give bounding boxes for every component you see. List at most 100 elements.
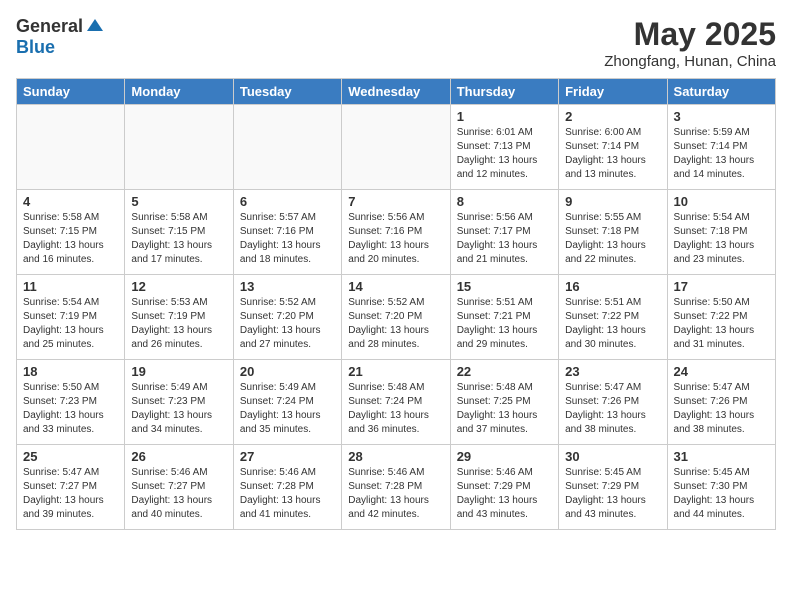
day-info: Sunrise: 5:48 AM Sunset: 7:24 PM Dayligh… (348, 381, 443, 437)
day-info: Sunrise: 5:58 AM Sunset: 7:15 PM Dayligh… (131, 211, 226, 267)
day-info: Sunrise: 5:45 AM Sunset: 7:29 PM Dayligh… (565, 466, 660, 522)
week-row-3: 11 Sunrise: 5:54 AM Sunset: 7:19 PM Dayli… (17, 275, 776, 360)
day-info: Sunrise: 5:56 AM Sunset: 7:16 PM Dayligh… (348, 211, 443, 267)
day-info: Sunrise: 5:49 AM Sunset: 7:24 PM Dayligh… (240, 381, 335, 437)
calendar-cell: 27 Sunrise: 5:46 AM Sunset: 7:28 PM Dayli… (233, 445, 341, 530)
calendar-cell: 13 Sunrise: 5:52 AM Sunset: 7:20 PM Dayli… (233, 275, 341, 360)
day-number: 18 (23, 364, 118, 379)
calendar-cell: 30 Sunrise: 5:45 AM Sunset: 7:29 PM Dayli… (559, 445, 667, 530)
logo: General Blue (16, 16, 105, 58)
day-number: 15 (457, 279, 552, 294)
day-number: 6 (240, 194, 335, 209)
day-number: 8 (457, 194, 552, 209)
week-row-4: 18 Sunrise: 5:50 AM Sunset: 7:23 PM Dayli… (17, 360, 776, 445)
day-info: Sunrise: 5:52 AM Sunset: 7:20 PM Dayligh… (240, 296, 335, 352)
weekday-header-saturday: Saturday (667, 79, 775, 105)
day-info: Sunrise: 5:47 AM Sunset: 7:27 PM Dayligh… (23, 466, 118, 522)
day-info: Sunrise: 5:49 AM Sunset: 7:23 PM Dayligh… (131, 381, 226, 437)
day-info: Sunrise: 5:47 AM Sunset: 7:26 PM Dayligh… (674, 381, 769, 437)
calendar-cell: 6 Sunrise: 5:57 AM Sunset: 7:16 PM Daylig… (233, 190, 341, 275)
calendar-table: SundayMondayTuesdayWednesdayThursdayFrid… (16, 78, 776, 530)
weekday-header-sunday: Sunday (17, 79, 125, 105)
day-number: 25 (23, 449, 118, 464)
day-info: Sunrise: 5:46 AM Sunset: 7:28 PM Dayligh… (348, 466, 443, 522)
day-number: 10 (674, 194, 769, 209)
day-info: Sunrise: 5:50 AM Sunset: 7:22 PM Dayligh… (674, 296, 769, 352)
day-number: 17 (674, 279, 769, 294)
day-info: Sunrise: 5:59 AM Sunset: 7:14 PM Dayligh… (674, 126, 769, 182)
calendar-cell: 15 Sunrise: 5:51 AM Sunset: 7:21 PM Dayli… (450, 275, 558, 360)
weekday-header-friday: Friday (559, 79, 667, 105)
day-number: 26 (131, 449, 226, 464)
calendar-cell: 29Sunrise: 5:46 AM Sunset: 7:29 PM Dayli… (450, 445, 558, 530)
calendar-cell (342, 105, 450, 190)
day-info: Sunrise: 5:46 AM Sunset: 7:27 PM Dayligh… (131, 466, 226, 522)
calendar-cell: 28Sunrise: 5:46 AM Sunset: 7:28 PM Dayli… (342, 445, 450, 530)
calendar-cell: 12Sunrise: 5:53 AM Sunset: 7:19 PM Dayli… (125, 275, 233, 360)
calendar-cell: 21Sunrise: 5:48 AM Sunset: 7:24 PM Dayli… (342, 360, 450, 445)
day-number: 27 (240, 449, 335, 464)
day-info: Sunrise: 5:57 AM Sunset: 7:16 PM Dayligh… (240, 211, 335, 267)
calendar-header-row: SundayMondayTuesdayWednesdayThursdayFrid… (17, 79, 776, 105)
calendar-cell: 24 Sunrise: 5:47 AM Sunset: 7:26 PM Dayli… (667, 360, 775, 445)
day-info: Sunrise: 5:46 AM Sunset: 7:28 PM Dayligh… (240, 466, 335, 522)
day-number: 13 (240, 279, 335, 294)
day-info: Sunrise: 5:50 AM Sunset: 7:23 PM Dayligh… (23, 381, 118, 437)
day-number: 16 (565, 279, 660, 294)
calendar-cell: 17 Sunrise: 5:50 AM Sunset: 7:22 PM Dayli… (667, 275, 775, 360)
calendar-cell: 4Sunrise: 5:58 AM Sunset: 7:15 PM Daylig… (17, 190, 125, 275)
day-number: 14 (348, 279, 443, 294)
day-info: Sunrise: 5:51 AM Sunset: 7:22 PM Dayligh… (565, 296, 660, 352)
day-info: Sunrise: 5:47 AM Sunset: 7:26 PM Dayligh… (565, 381, 660, 437)
day-number: 19 (131, 364, 226, 379)
day-info: Sunrise: 5:52 AM Sunset: 7:20 PM Dayligh… (348, 296, 443, 352)
calendar-cell: 31 Sunrise: 5:45 AM Sunset: 7:30 PM Dayli… (667, 445, 775, 530)
weekday-header-thursday: Thursday (450, 79, 558, 105)
day-info: Sunrise: 6:00 AM Sunset: 7:14 PM Dayligh… (565, 126, 660, 182)
day-info: Sunrise: 5:54 AM Sunset: 7:18 PM Dayligh… (674, 211, 769, 267)
day-number: 7 (348, 194, 443, 209)
day-number: 24 (674, 364, 769, 379)
day-number: 30 (565, 449, 660, 464)
day-info: Sunrise: 5:54 AM Sunset: 7:19 PM Dayligh… (23, 296, 118, 352)
day-info: Sunrise: 5:56 AM Sunset: 7:17 PM Dayligh… (457, 211, 552, 267)
week-row-1: 1 Sunrise: 6:01 AM Sunset: 7:13 PM Daylig… (17, 105, 776, 190)
weekday-header-wednesday: Wednesday (342, 79, 450, 105)
calendar-cell: 1 Sunrise: 6:01 AM Sunset: 7:13 PM Daylig… (450, 105, 558, 190)
calendar-cell: 7 Sunrise: 5:56 AM Sunset: 7:16 PM Daylig… (342, 190, 450, 275)
day-number: 11 (23, 279, 118, 294)
calendar-cell: 5Sunrise: 5:58 AM Sunset: 7:15 PM Daylig… (125, 190, 233, 275)
location-text: Zhongfang, Hunan, China (604, 53, 776, 70)
day-number: 31 (674, 449, 769, 464)
day-info: Sunrise: 5:48 AM Sunset: 7:25 PM Dayligh… (457, 381, 552, 437)
title-block: May 2025 Zhongfang, Hunan, China (604, 16, 776, 70)
calendar-cell: 25 Sunrise: 5:47 AM Sunset: 7:27 PM Dayli… (17, 445, 125, 530)
calendar-cell: 10 Sunrise: 5:54 AM Sunset: 7:18 PM Dayli… (667, 190, 775, 275)
calendar-cell: 8 Sunrise: 5:56 AM Sunset: 7:17 PM Daylig… (450, 190, 558, 275)
day-info: Sunrise: 5:53 AM Sunset: 7:19 PM Dayligh… (131, 296, 226, 352)
weekday-header-tuesday: Tuesday (233, 79, 341, 105)
calendar-cell: 20Sunrise: 5:49 AM Sunset: 7:24 PM Dayli… (233, 360, 341, 445)
week-row-2: 4Sunrise: 5:58 AM Sunset: 7:15 PM Daylig… (17, 190, 776, 275)
page-header: General Blue May 2025 Zhongfang, Hunan, … (16, 16, 776, 70)
logo-blue-text: Blue (16, 37, 55, 58)
day-number: 1 (457, 109, 552, 124)
calendar-cell: 2 Sunrise: 6:00 AM Sunset: 7:14 PM Daylig… (559, 105, 667, 190)
calendar-cell: 22 Sunrise: 5:48 AM Sunset: 7:25 PM Dayli… (450, 360, 558, 445)
calendar-cell (233, 105, 341, 190)
month-title: May 2025 (604, 16, 776, 53)
day-info: Sunrise: 5:45 AM Sunset: 7:30 PM Dayligh… (674, 466, 769, 522)
day-info: Sunrise: 5:51 AM Sunset: 7:21 PM Dayligh… (457, 296, 552, 352)
calendar-cell: 16 Sunrise: 5:51 AM Sunset: 7:22 PM Dayli… (559, 275, 667, 360)
day-number: 2 (565, 109, 660, 124)
calendar-cell: 18 Sunrise: 5:50 AM Sunset: 7:23 PM Dayli… (17, 360, 125, 445)
day-number: 23 (565, 364, 660, 379)
calendar-cell: 14 Sunrise: 5:52 AM Sunset: 7:20 PM Dayli… (342, 275, 450, 360)
day-info: Sunrise: 6:01 AM Sunset: 7:13 PM Dayligh… (457, 126, 552, 182)
day-number: 22 (457, 364, 552, 379)
calendar-cell: 23 Sunrise: 5:47 AM Sunset: 7:26 PM Dayli… (559, 360, 667, 445)
day-info: Sunrise: 5:55 AM Sunset: 7:18 PM Dayligh… (565, 211, 660, 267)
calendar-cell: 11 Sunrise: 5:54 AM Sunset: 7:19 PM Dayli… (17, 275, 125, 360)
logo-general-text: General (16, 16, 83, 37)
day-number: 3 (674, 109, 769, 124)
